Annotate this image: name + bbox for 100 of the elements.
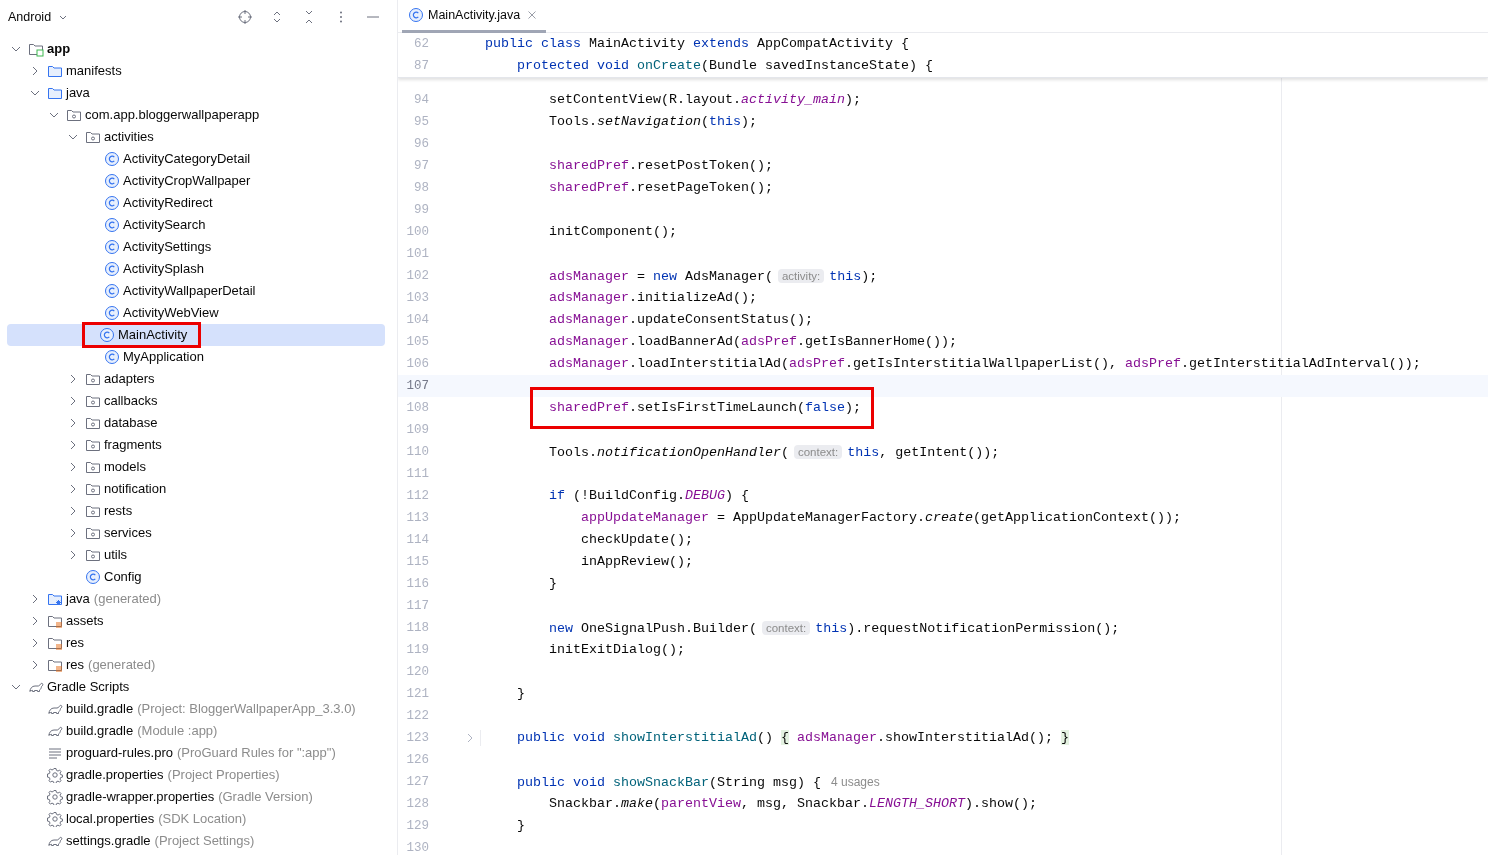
item-note: (generated) [93,590,162,609]
locate-icon[interactable] [237,9,253,25]
item-label[interactable]: ActivitySplash [123,259,204,279]
line-number: 119 [405,641,429,659]
tree-row[interactable]: res [7,632,385,654]
item-label[interactable]: build.gradle [66,699,134,719]
tree-row[interactable]: callbacks [7,390,385,412]
class-icon [104,305,120,321]
tree-row[interactable]: rests [7,500,385,522]
item-label[interactable]: gradle.properties [66,765,164,785]
item-label[interactable]: MainActivity [118,325,188,345]
line-number: 129 [405,817,429,835]
item-label[interactable]: fragments [104,435,162,455]
item-label[interactable]: models [104,457,146,477]
tree-row[interactable]: ActivitySplash [7,258,385,280]
item-label[interactable]: app [47,39,71,59]
tree-row[interactable]: MainActivity [7,324,385,346]
tree-row[interactable]: ActivityWebView [7,302,385,324]
code-text: public void showSnackBar(String msg) { [517,775,821,790]
tree-row[interactable]: java (generated) [7,588,385,610]
item-label[interactable]: java [66,589,90,609]
tree-row[interactable]: ActivityRedirect [7,192,385,214]
item-label[interactable]: res [66,655,85,675]
tab-label[interactable]: MainActivity.java [428,5,521,25]
item-label[interactable]: ActivitySettings [123,237,212,257]
code-text: Tools.notificationOpenHandler( [549,445,789,460]
package-icon [85,393,101,409]
tree-row[interactable]: gradle.properties (Project Properties) [7,764,385,786]
code-text: adsManager = new AdsManager( [549,269,773,284]
item-label[interactable]: settings.gradle [66,831,151,851]
tree-row[interactable]: ActivityCropWallpaper [7,170,385,192]
line-number: 62 [413,35,429,53]
item-label[interactable]: utils [104,545,128,565]
item-label[interactable]: gradle-wrapper.properties [66,787,215,807]
tree-row[interactable]: ActivitySearch [7,214,385,236]
tree-row[interactable]: Gradle Scripts [7,676,385,698]
item-label[interactable]: proguard-rules.pro [66,743,173,763]
tree-row[interactable]: build.gradle (Module :app) [7,720,385,742]
item-label[interactable]: com.app.bloggerwallpaperapp [85,105,260,125]
tree-row[interactable]: database [7,412,385,434]
item-label[interactable]: ActivityWallpaperDetail [123,281,256,301]
code-text: adsManager.loadInterstitialAd(adsPref.getIsInterstitialWallpaperList(), adsPref.getInterstitialAdInterval()); [549,356,1421,371]
code-text: appUpdateManager = AppUpdateManagerFactory.create(getApplicationContext()); [581,510,1181,525]
class-icon [85,569,101,585]
item-label[interactable]: assets [66,611,104,631]
item-label[interactable]: callbacks [104,391,158,411]
item-label[interactable]: rests [104,501,133,521]
item-label[interactable]: notification [104,479,167,499]
item-label[interactable]: database [104,413,158,433]
tree-row[interactable]: ActivityWallpaperDetail [7,280,385,302]
item-note: (Project Properties) [167,766,280,785]
tree-row[interactable]: gradle-wrapper.properties (Gradle Version) [7,786,385,808]
file-tab[interactable]: MainActivity.java [402,0,547,33]
item-note: (Project: BloggerWallpaperApp_3.3.0) [137,700,356,719]
tree-row[interactable]: utils [7,544,385,566]
item-label[interactable]: adapters [104,369,155,389]
item-label[interactable]: manifests [66,61,122,81]
code-text: this).requestNotificationPermission(); [815,621,1120,636]
tree-row[interactable]: java [7,82,385,104]
tree-row[interactable]: proguard-rules.pro (ProGuard Rules for ":app") [7,742,385,764]
tree-row[interactable]: Config [7,566,385,588]
tree-row[interactable]: local.properties (SDK Location) [7,808,385,830]
tree-row[interactable]: assets [7,610,385,632]
tree-row[interactable]: app [7,38,385,60]
tree-row[interactable]: manifests [7,60,385,82]
tree-row[interactable]: notification [7,478,385,500]
item-label[interactable]: java [66,83,90,103]
code-text: public class MainActivity extends AppCompatActivity { [485,36,909,51]
item-label[interactable]: ActivitySearch [123,215,206,235]
tree-row[interactable]: MyApplication [7,346,385,368]
item-label[interactable]: local.properties [66,809,155,829]
class-icon [104,151,120,167]
item-label[interactable]: services [104,523,152,543]
tree-row[interactable]: activities [7,126,385,148]
tree-row[interactable]: models [7,456,385,478]
tree-row[interactable]: ActivitySettings [7,236,385,258]
item-label[interactable]: Config [104,567,142,587]
tree-row[interactable]: com.app.bloggerwallpaperapp [7,104,385,126]
item-label[interactable]: activities [104,127,154,147]
item-label[interactable]: Gradle Scripts [47,677,130,697]
item-label[interactable]: ActivityRedirect [123,193,213,213]
tree-row[interactable]: adapters [7,368,385,390]
tree-row[interactable]: fragments [7,434,385,456]
item-label[interactable]: MyApplication [123,347,204,367]
panel-title[interactable]: Android [8,7,52,27]
tree-row[interactable]: build.gradle (Project: BloggerWallpaperApp_3.3.0) [7,698,385,720]
tree-row[interactable]: services [7,522,385,544]
item-label[interactable]: build.gradle [66,721,134,741]
item-label[interactable]: ActivityWebView [123,303,219,323]
item-label[interactable]: res [66,633,85,653]
item-label[interactable]: ActivityCategoryDetail [123,149,251,169]
tree-row[interactable]: res (generated) [7,654,385,676]
tree-row[interactable]: settings.gradle (Project Settings) [7,830,385,852]
tree-row[interactable]: ActivityCategoryDetail [7,148,385,170]
line-number: 97 [413,157,429,175]
line-number: 110 [405,443,429,461]
code-text: this); [829,269,878,284]
item-label[interactable]: ActivityCropWallpaper [123,171,251,191]
line-number: 108 [405,399,429,417]
line-number: 101 [405,245,429,263]
